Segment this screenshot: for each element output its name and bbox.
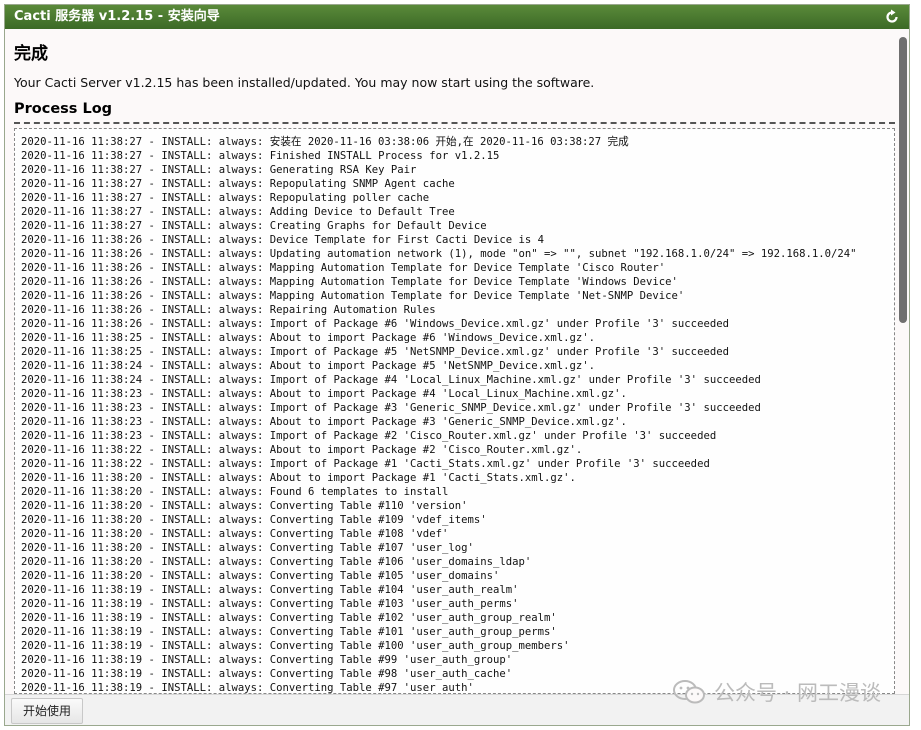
- start-using-button[interactable]: 开始使用: [11, 698, 84, 724]
- log-line: 2020-11-16 11:38:23 - INSTALL: always: I…: [21, 402, 761, 414]
- log-line: 2020-11-16 11:38:20 - INSTALL: always: A…: [21, 472, 576, 484]
- log-line: 2020-11-16 11:38:24 - INSTALL: always: A…: [21, 360, 596, 372]
- scrollbar[interactable]: [899, 31, 907, 693]
- log-line: 2020-11-16 11:38:20 - INSTALL: always: C…: [21, 500, 468, 512]
- title-bar: Cacti 服务器 v1.2.15 - 安装向导: [5, 5, 909, 29]
- log-line: 2020-11-16 11:38:26 - INSTALL: always: I…: [21, 318, 729, 330]
- log-line: 2020-11-16 11:38:23 - INSTALL: always: A…: [21, 388, 627, 400]
- log-line: 2020-11-16 11:38:20 - INSTALL: always: C…: [21, 556, 532, 568]
- log-line: 2020-11-16 11:38:19 - INSTALL: always: C…: [21, 640, 570, 652]
- log-line: 2020-11-16 11:38:19 - INSTALL: always: C…: [21, 598, 519, 610]
- log-line: 2020-11-16 11:38:22 - INSTALL: always: I…: [21, 458, 710, 470]
- installer-window: Cacti 服务器 v1.2.15 - 安装向导 完成 Your Cacti S…: [4, 4, 910, 726]
- process-log-title: Process Log: [14, 99, 895, 124]
- window-title: Cacti 服务器 v1.2.15 - 安装向导: [14, 9, 220, 24]
- log-line: 2020-11-16 11:38:20 - INSTALL: always: F…: [21, 486, 449, 498]
- log-line: 2020-11-16 11:38:27 - INSTALL: always: A…: [21, 206, 455, 218]
- log-line: 2020-11-16 11:38:27 - INSTALL: always: R…: [21, 178, 455, 190]
- log-line: 2020-11-16 11:38:20 - INSTALL: always: C…: [21, 542, 474, 554]
- log-line: 2020-11-16 11:38:20 - INSTALL: always: C…: [21, 514, 487, 526]
- log-line: 2020-11-16 11:38:27 - INSTALL: always: G…: [21, 164, 417, 176]
- log-line: 2020-11-16 11:38:25 - INSTALL: always: I…: [21, 346, 729, 358]
- watermark: 公众号 · 网工漫谈: [672, 677, 881, 707]
- log-line: 2020-11-16 11:38:26 - INSTALL: always: R…: [21, 304, 436, 316]
- log-line: 2020-11-16 11:38:27 - INSTALL: always: 安…: [21, 136, 629, 148]
- log-line: 2020-11-16 11:38:26 - INSTALL: always: M…: [21, 290, 685, 302]
- log-line: 2020-11-16 11:38:23 - INSTALL: always: I…: [21, 430, 717, 442]
- log-line: 2020-11-16 11:38:26 - INSTALL: always: M…: [21, 276, 678, 288]
- log-line: 2020-11-16 11:38:27 - INSTALL: always: F…: [21, 150, 500, 162]
- log-line: 2020-11-16 11:38:19 - INSTALL: always: C…: [21, 612, 557, 624]
- log-line: 2020-11-16 11:38:27 - INSTALL: always: C…: [21, 220, 487, 232]
- log-line: 2020-11-16 11:38:20 - INSTALL: always: C…: [21, 570, 500, 582]
- log-line: 2020-11-16 11:38:19 - INSTALL: always: C…: [21, 584, 519, 596]
- scrollbar-thumb[interactable]: [899, 37, 907, 323]
- main-content: 完成 Your Cacti Server v1.2.15 has been in…: [14, 36, 895, 694]
- watermark-text: 公众号 · 网工漫谈: [713, 681, 881, 705]
- log-line: 2020-11-16 11:38:26 - INSTALL: always: M…: [21, 262, 666, 274]
- log-line: 2020-11-16 11:38:24 - INSTALL: always: I…: [21, 374, 761, 386]
- log-line: 2020-11-16 11:38:26 - INSTALL: always: U…: [21, 248, 857, 260]
- log-line: 2020-11-16 11:38:26 - INSTALL: always: D…: [21, 234, 544, 246]
- log-line: 2020-11-16 11:38:22 - INSTALL: always: A…: [21, 444, 583, 456]
- log-line: 2020-11-16 11:38:27 - INSTALL: always: R…: [21, 192, 430, 204]
- install-complete-message: Your Cacti Server v1.2.15 has been insta…: [14, 75, 595, 90]
- page-title: 完成: [14, 44, 48, 64]
- log-line: 2020-11-16 11:38:23 - INSTALL: always: A…: [21, 416, 627, 428]
- log-line: 2020-11-16 11:38:25 - INSTALL: always: A…: [21, 332, 596, 344]
- process-log[interactable]: 2020-11-16 11:38:27 - INSTALL: always: 安…: [14, 128, 895, 694]
- wechat-icon: [672, 680, 705, 704]
- log-line: 2020-11-16 11:38:20 - INSTALL: always: C…: [21, 528, 449, 540]
- log-line: 2020-11-16 11:38:19 - INSTALL: always: C…: [21, 654, 513, 666]
- refresh-icon[interactable]: [883, 8, 901, 26]
- log-line: 2020-11-16 11:38:19 - INSTALL: always: C…: [21, 626, 557, 638]
